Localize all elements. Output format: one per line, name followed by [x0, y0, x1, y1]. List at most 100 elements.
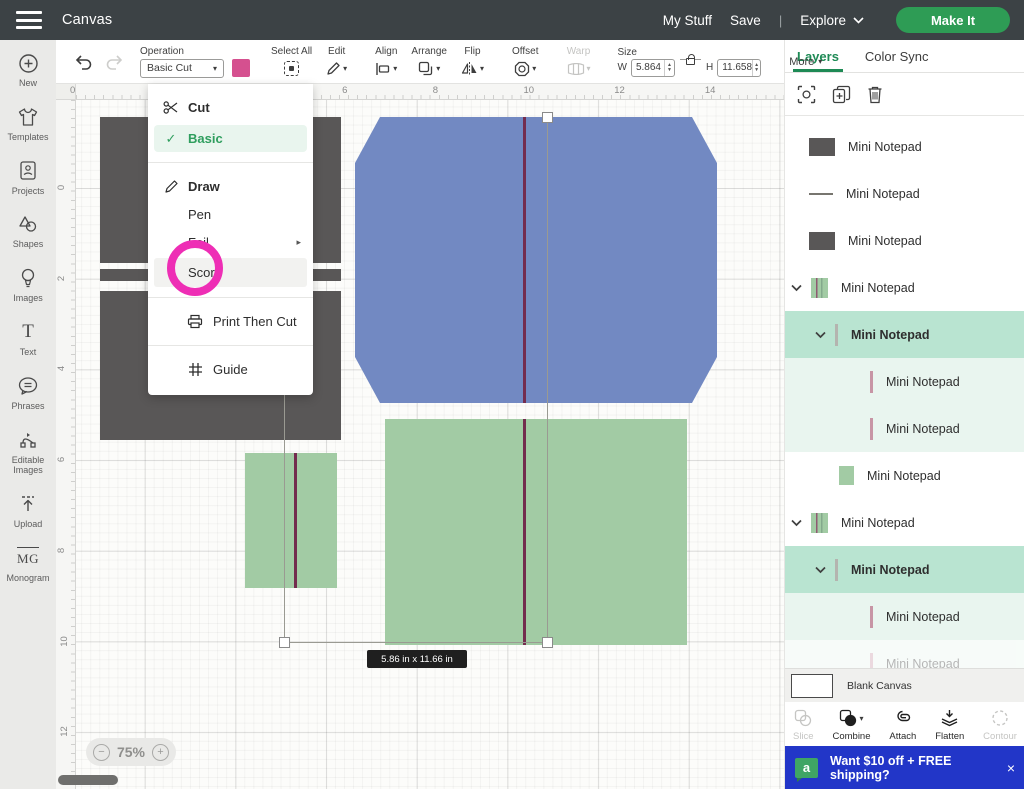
layer-row[interactable]: Mini Notepad [785, 452, 1024, 499]
notepad-cover-shape[interactable] [355, 117, 717, 403]
duplicate-icon[interactable] [832, 85, 851, 104]
select-layers-icon[interactable] [797, 85, 816, 104]
layer-row[interactable]: Mini Notepad [785, 358, 1024, 405]
explore-menu[interactable]: Explore [800, 13, 864, 28]
align-button[interactable]: Align ▾ [368, 46, 404, 78]
operation-select[interactable]: Basic Cut ▾ [140, 59, 224, 78]
arrange-button[interactable]: Arrange ▾ [404, 46, 454, 78]
layer-label: Mini Notepad [867, 469, 941, 483]
layer-row[interactable]: Mini Notepad [785, 123, 1024, 170]
layer-row[interactable]: Mini Notepad [785, 593, 1024, 640]
layer-thumbnail [809, 193, 833, 195]
layer-label: Mini Notepad [886, 657, 960, 669]
horizontal-scrollbar[interactable] [58, 775, 118, 785]
width-stepper[interactable]: ▲▼ [664, 60, 674, 76]
selection-handle[interactable] [542, 637, 553, 648]
width-input[interactable]: 5.864 ▲▼ [631, 59, 675, 77]
hamburger-menu-icon[interactable] [16, 11, 42, 29]
zoom-in-button[interactable]: + [152, 744, 169, 761]
sidebar-item-label: Images [13, 293, 43, 304]
select-all-button[interactable]: Select All [264, 46, 319, 78]
close-icon[interactable]: × [1007, 760, 1015, 776]
monogram-icon: MG [17, 547, 39, 569]
sidebar-item-shapes[interactable]: Shapes [0, 213, 56, 250]
menu-item-foil[interactable]: Foil ▸ [148, 230, 313, 255]
left-sidebar: New Templates Projects Shapes Images T T… [0, 40, 56, 789]
my-stuff-link[interactable]: My Stuff [663, 13, 712, 28]
operation-color-swatch[interactable] [232, 59, 250, 77]
height-stepper[interactable]: ▲▼ [752, 60, 760, 76]
action-label: Combine [832, 731, 870, 742]
layer-row[interactable]: Mini Notepad [785, 311, 1024, 358]
menu-item-draw[interactable]: Draw [148, 173, 313, 199]
more-button[interactable]: More ▾ [781, 56, 830, 68]
size-lock-icon[interactable] [680, 58, 701, 65]
layer-thumbnail [870, 371, 873, 393]
menu-item-guide[interactable]: Guide [148, 356, 313, 383]
sidebar-item-label: Phrases [11, 401, 44, 412]
height-input[interactable]: 11.658 ▲▼ [717, 59, 761, 77]
notepad-page-shape[interactable] [385, 419, 687, 645]
zoom-out-button[interactable]: − [93, 744, 110, 761]
layer-row[interactable]: Mini Notepad [785, 217, 1024, 264]
layer-row[interactable]: Mini Notepad [785, 264, 1024, 311]
flip-button[interactable]: Flip ▾ [454, 46, 491, 78]
printer-icon [186, 314, 204, 329]
score-line[interactable] [523, 419, 526, 645]
blank-canvas-row[interactable]: Blank Canvas [785, 668, 1024, 702]
selection-handle[interactable] [279, 637, 290, 648]
sidebar-item-images[interactable]: Images [0, 267, 56, 304]
menu-item-print-then-cut[interactable]: Print Then Cut [148, 308, 313, 335]
chevron-down-icon[interactable] [791, 284, 802, 292]
chevron-down-icon[interactable] [815, 566, 826, 574]
layer-row[interactable]: Mini Notepad [785, 499, 1024, 546]
edit-button[interactable]: Edit ▾ [319, 46, 354, 78]
layer-row[interactable]: Mini Notepad [785, 546, 1024, 593]
chevron-down-icon: ▾ [436, 64, 440, 73]
warp-icon [567, 63, 585, 75]
sidebar-item-projects[interactable]: Projects [0, 160, 56, 197]
trash-icon[interactable] [867, 85, 883, 104]
layer-row[interactable]: Mini Notepad [785, 170, 1024, 217]
menu-item-basic[interactable]: ✓ Basic [154, 125, 307, 152]
chevron-down-icon[interactable] [791, 519, 802, 527]
tab-color-sync[interactable]: Color Sync [865, 49, 929, 64]
make-it-button[interactable]: Make It [896, 7, 1010, 33]
offset-button[interactable]: Offset ▾ [505, 46, 546, 78]
layer-row[interactable]: Mini Notepad [785, 640, 1024, 668]
save-link[interactable]: Save [730, 13, 761, 28]
menu-item-pen[interactable]: Pen [148, 202, 313, 227]
undo-button[interactable] [74, 54, 94, 70]
score-line[interactable] [294, 453, 297, 588]
score-line[interactable] [523, 117, 526, 403]
layer-label: Mini Notepad [851, 328, 929, 342]
selection-handle[interactable] [542, 112, 553, 123]
sidebar-item-monogram[interactable]: MG Monogram [0, 547, 56, 584]
selection-edge [547, 118, 548, 643]
sidebar-item-new[interactable]: New [0, 52, 56, 89]
operation-label: Operation [140, 46, 250, 57]
sidebar-item-templates[interactable]: Templates [0, 106, 56, 143]
flatten-button[interactable]: Flatten [935, 708, 964, 742]
notepad-spine-shape[interactable] [245, 453, 337, 588]
menu-item-label: Cut [188, 100, 210, 115]
layer-label: Mini Notepad [886, 610, 960, 624]
zoom-level: 75% [117, 744, 145, 760]
menu-item-cut[interactable]: Cut [148, 94, 313, 120]
width-value: 5.864 [636, 62, 661, 73]
menu-item-score[interactable]: Score [154, 258, 307, 287]
redo-button[interactable] [104, 54, 124, 70]
combine-button[interactable]: ▾ Combine [832, 708, 870, 742]
flip-label: Flip [464, 46, 480, 57]
sidebar-item-phrases[interactable]: Phrases [0, 375, 56, 412]
text-icon: T [22, 321, 34, 343]
ruler-number: 8 [433, 85, 438, 96]
height-label: H [706, 62, 713, 73]
sidebar-item-upload[interactable]: Upload [0, 493, 56, 530]
chevron-down-icon[interactable] [815, 331, 826, 339]
sidebar-item-text[interactable]: T Text [0, 321, 56, 358]
sidebar-item-editable-images[interactable]: Editable Images [0, 429, 56, 477]
layer-row[interactable]: Mini Notepad [785, 405, 1024, 452]
attach-button[interactable]: Attach [889, 708, 916, 742]
paperclip-icon [893, 708, 912, 728]
